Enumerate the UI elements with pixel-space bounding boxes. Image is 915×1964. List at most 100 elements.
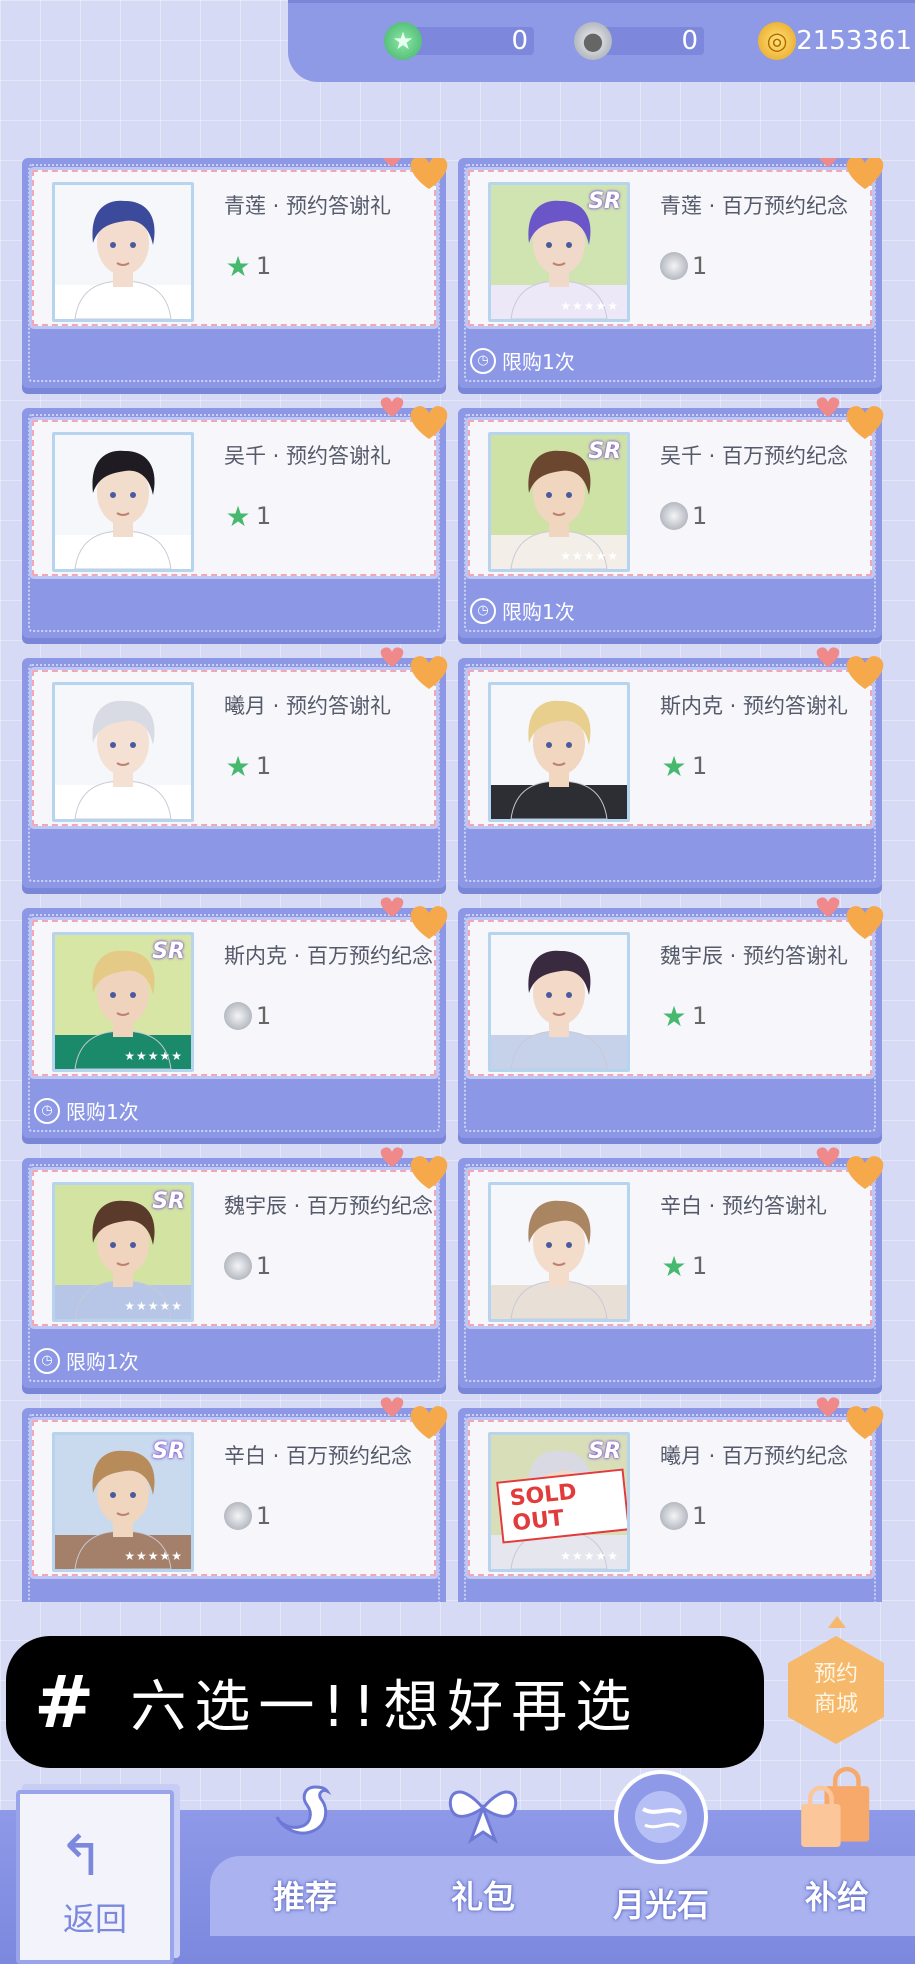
moonstone-icon <box>660 252 688 280</box>
small-heart-icon <box>816 1147 840 1167</box>
item-card[interactable]: SR ★★★★★ 斯内克 · 百万预约纪念 1 ◷ 限购1次 <box>22 897 448 1138</box>
caption-banner: # 六选一!!想好再选 <box>6 1636 764 1768</box>
item-card[interactable]: 魏宇辰 · 预约答谢礼 ★ 1 <box>458 897 884 1138</box>
gift-bow-icon <box>440 1770 526 1856</box>
item-price: 1 <box>660 502 707 530</box>
item-name: 魏宇辰 · 百万预约纪念 <box>224 1194 434 1218</box>
nav-recommend[interactable]: 推荐 <box>240 1770 370 1920</box>
character-portrait <box>52 432 194 572</box>
item-card[interactable]: 斯内克 · 预约答谢礼 ★ 1 <box>458 647 884 888</box>
up-arrow-icon <box>828 1616 846 1628</box>
item-card[interactable]: 青莲 · 预约答谢礼 ★ 1 <box>22 158 448 388</box>
sold-out-sign: SOLD OUT <box>496 1468 627 1544</box>
item-price-value: 1 <box>256 252 272 280</box>
small-heart-icon <box>382 158 402 167</box>
item-frame: SR ★★★★★ 魏宇辰 · 百万预约纪念 1 <box>32 1170 436 1326</box>
item-name: 魏宇辰 · 预约答谢礼 <box>660 944 849 968</box>
small-heart-icon <box>818 158 838 167</box>
moonstone-icon <box>224 1002 252 1030</box>
item-card[interactable]: SR ★★★★★ 青莲 · 百万预约纪念 1 ◷ 限购1次 <box>458 158 884 388</box>
heart-icon <box>846 1156 884 1189</box>
shop-label-line2: 商城 <box>813 1692 858 1717</box>
item-card[interactable]: 辛白 · 预约答谢礼 ★ 1 <box>458 1147 884 1388</box>
item-price: ★ 1 <box>224 750 272 783</box>
nav-supply-label: 补给 <box>804 1878 869 1916</box>
item-price-value: 1 <box>256 752 272 780</box>
gold-count: 2153361 <box>796 26 912 56</box>
item-price: ★ 1 <box>660 999 707 1033</box>
nav-supply[interactable]: 补给 <box>772 1766 902 1920</box>
small-heart-icon <box>816 1397 840 1417</box>
caption-hash: # <box>34 1660 103 1744</box>
item-frame: 曦月 · 预约答谢礼 ★ 1 <box>32 670 436 826</box>
small-heart-icon <box>816 647 840 667</box>
heart-icon <box>410 406 448 439</box>
item-card[interactable]: 曦月 · 预约答谢礼 ★ 1 <box>22 647 448 888</box>
item-price-value: 1 <box>692 1502 708 1530</box>
sr-rarity-icon: SR <box>152 1189 185 1214</box>
rank-stars-icon: ★★★★★ <box>560 1549 619 1563</box>
green-star-icon: ★ <box>661 1249 687 1283</box>
item-frame: SR ★★★★★ 辛白 · 百万预约纪念 1 <box>32 1420 436 1576</box>
item-card[interactable]: 吴千 · 预约答谢礼 ★ 1 <box>22 397 448 638</box>
moonstone-currency: ● 0 <box>574 22 704 60</box>
item-card[interactable]: SR ★★★★★ SOLD OUT 曦月 · 百万预约纪念 1 <box>458 1397 884 1602</box>
item-grid: 青莲 · 预约答谢礼 ★ 1 SR ★★★★★ 青莲 · 百万预约纪念 1 ◷ … <box>22 158 894 1602</box>
item-price-value: 1 <box>256 1252 272 1280</box>
back-button[interactable]: ↰ 返回 <box>16 1790 174 1964</box>
item-card[interactable]: SR ★★★★★ 吴千 · 百万预约纪念 1 ◷ 限购1次 <box>458 397 884 638</box>
green-star-icon: ★ <box>225 499 251 533</box>
green-star-icon: ★ <box>225 249 251 283</box>
heart-icon <box>410 656 448 689</box>
item-frame: 斯内克 · 预约答谢礼 ★ 1 <box>468 670 872 826</box>
star-count: 0 <box>511 26 528 56</box>
green-star-icon: ★ <box>661 999 687 1033</box>
item-frame: 辛白 · 预约答谢礼 ★ 1 <box>468 1170 872 1326</box>
item-frame: 青莲 · 预约答谢礼 ★ 1 <box>32 170 436 326</box>
small-heart-icon <box>816 897 840 917</box>
purchase-limit: ◷ 限购1次 <box>34 1096 139 1125</box>
item-price-value: 1 <box>692 502 708 530</box>
moonstone-orb-icon <box>614 1770 708 1864</box>
character-portrait <box>488 932 630 1072</box>
purchase-limit-label: 限购1次 <box>502 600 575 624</box>
item-price: 1 <box>660 252 707 280</box>
character-portrait: SR ★★★★★ <box>52 1182 194 1322</box>
item-name: 斯内克 · 预约答谢礼 <box>660 694 849 718</box>
item-price: ★ 1 <box>224 499 272 533</box>
nav-gift-pack-label: 礼包 <box>450 1878 515 1916</box>
reservation-shop-button[interactable]: 预约 商城 <box>788 1616 884 1744</box>
clock-icon: ◷ <box>470 347 496 374</box>
item-price: ★ 1 <box>660 750 707 783</box>
swan-icon <box>262 1770 348 1856</box>
purchase-limit: ◷ 限购1次 <box>470 596 575 625</box>
item-frame: 魏宇辰 · 预约答谢礼 ★ 1 <box>468 920 872 1076</box>
item-price: 1 <box>660 1502 707 1530</box>
item-name: 吴千 · 预约答谢礼 <box>224 444 392 468</box>
clock-icon: ◷ <box>34 1097 60 1124</box>
item-name: 辛白 · 预约答谢礼 <box>660 1194 828 1218</box>
character-portrait <box>488 682 630 822</box>
heart-icon <box>410 906 448 939</box>
item-price-value: 1 <box>256 1002 272 1030</box>
moonstone-count: 0 <box>681 26 698 56</box>
character-portrait <box>52 182 194 322</box>
moonstone-icon <box>224 1502 252 1530</box>
heart-icon <box>410 1406 448 1439</box>
nav-gift-pack[interactable]: 礼包 <box>418 1770 548 1920</box>
item-card[interactable]: SR ★★★★★ 辛白 · 百万预约纪念 1 <box>22 1397 448 1602</box>
green-star-icon: ★ <box>384 22 422 60</box>
item-price-value: 1 <box>256 502 272 530</box>
nav-moonstone[interactable]: 月光石 <box>596 1770 726 1924</box>
item-card[interactable]: SR ★★★★★ 魏宇辰 · 百万预约纪念 1 ◷ 限购1次 <box>22 1147 448 1388</box>
item-price: 1 <box>224 1502 271 1530</box>
character-portrait: SR ★★★★★ <box>488 432 630 572</box>
back-label: 返回 <box>62 1900 127 1938</box>
nav-moonstone-label: 月光石 <box>612 1886 709 1924</box>
rank-stars-icon: ★★★★★ <box>124 1049 183 1063</box>
item-frame: SR ★★★★★ SOLD OUT 曦月 · 百万预约纪念 1 <box>468 1420 872 1576</box>
star-currency: ★ 0 <box>384 22 534 60</box>
small-heart-icon <box>380 897 404 917</box>
character-portrait: SR ★★★★★ <box>52 1432 194 1572</box>
clock-icon: ◷ <box>470 597 496 624</box>
